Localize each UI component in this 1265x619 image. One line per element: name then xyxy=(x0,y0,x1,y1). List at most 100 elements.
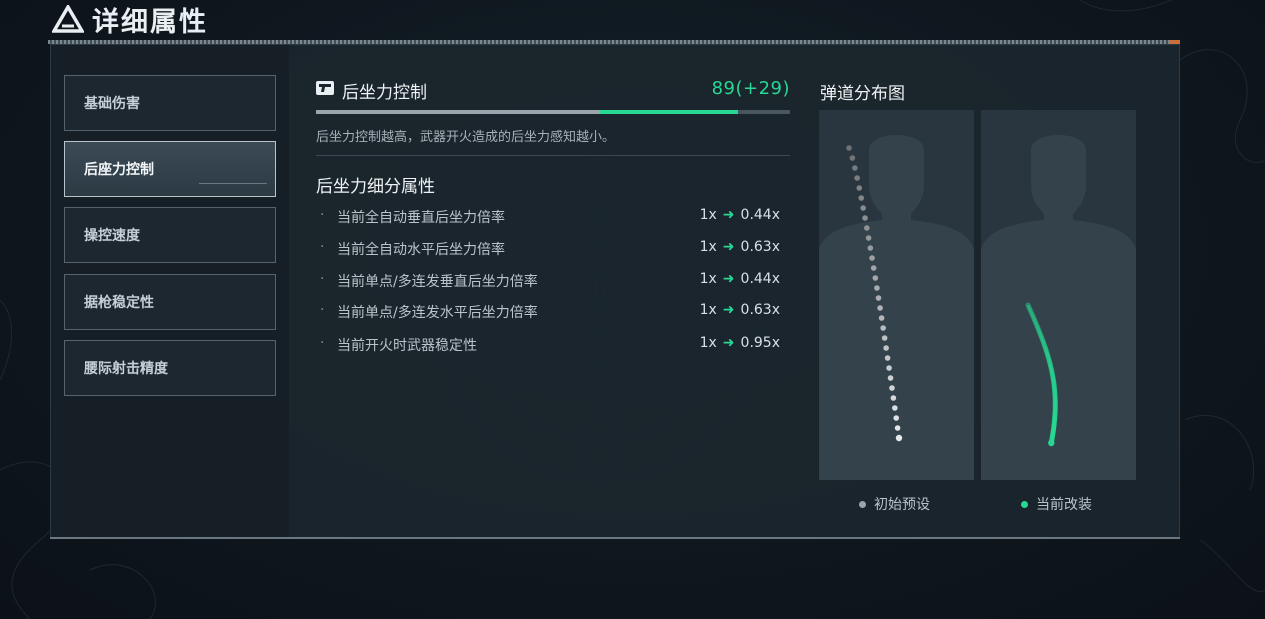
page-title: 详细属性 xyxy=(92,6,208,38)
bullet: · xyxy=(320,207,325,223)
ballistics-panel-current xyxy=(981,110,1136,480)
attribute-to-value: 0.63x xyxy=(740,302,780,318)
spray-dot-initial xyxy=(869,255,875,261)
spray-dot-current xyxy=(1048,439,1055,447)
spray-dot-initial xyxy=(856,185,863,191)
attribute-from-value: 1x xyxy=(699,207,717,223)
spray-dot-initial xyxy=(894,425,901,431)
attribute-label: 当前单点/多连发垂直后坐力倍率 xyxy=(337,274,538,290)
pistol-icon xyxy=(316,81,334,95)
spray-dot-initial xyxy=(884,355,891,361)
attribute-from-value: 1x xyxy=(699,302,717,318)
panel-bottom-border xyxy=(50,537,1180,539)
stat-value: 89(+29) xyxy=(711,78,790,99)
legend-label: 初始预设 xyxy=(874,497,930,513)
section-divider xyxy=(316,155,790,156)
triangle-logo-icon xyxy=(52,5,84,33)
spray-dot-initial xyxy=(890,395,897,401)
attribute-to-value: 0.63x xyxy=(740,239,780,255)
spray-dot-initial xyxy=(881,335,888,341)
attribute-from-value: 1x xyxy=(699,271,717,287)
spray-dot-initial xyxy=(864,225,870,231)
stat-name: 后坐力控制 xyxy=(342,83,427,103)
attribute-from-value: 1x xyxy=(699,335,717,351)
attribute-values: 1x ➜ 0.63x xyxy=(700,302,780,318)
legend-dot xyxy=(1021,500,1028,508)
stat-bar-bonus-fill xyxy=(600,110,738,114)
attribute-label: 当前全自动水平后坐力倍率 xyxy=(337,242,505,258)
sidebar-item-base-damage[interactable]: 基础伤害 xyxy=(64,75,276,131)
bullet: · xyxy=(320,302,325,318)
right-arrow-icon: ➜ xyxy=(722,239,735,255)
spray-dot-initial xyxy=(862,215,868,221)
sidebar-item-label: 后座力控制 xyxy=(84,162,154,178)
right-arrow-icon: ➜ xyxy=(722,271,735,287)
spray-dot-initial xyxy=(877,305,883,311)
attribute-values: 1x ➜ 0.95x xyxy=(700,335,780,351)
sidebar-item-label: 腰际射击精度 xyxy=(84,361,168,377)
spray-dot-initial xyxy=(886,365,892,371)
stat-bar-base-fill xyxy=(316,110,601,114)
right-arrow-icon: ➜ xyxy=(722,302,735,318)
legend-current: 当前改装 xyxy=(1021,494,1092,514)
attribute-to-value: 0.44x xyxy=(740,207,780,223)
spray-dot-initial xyxy=(874,285,880,291)
spray-dot-initial xyxy=(870,265,877,271)
attribute-values: 1x ➜ 0.44x xyxy=(700,207,780,223)
spray-dot-initial xyxy=(887,375,894,381)
legend-label: 当前改装 xyxy=(1036,497,1092,513)
spray-dot-initial xyxy=(858,195,865,201)
spray-dot-initial xyxy=(880,325,886,331)
spray-dot-initial xyxy=(849,155,856,161)
attribute-row: · 当前单点/多连发水平后坐力倍率 1x ➜ 0.63x xyxy=(320,302,780,322)
spray-dot-initial xyxy=(852,165,858,171)
attribute-label: 当前全自动垂直后坐力倍率 xyxy=(337,210,505,226)
spray-dot-initial xyxy=(854,175,860,181)
attribute-label: 当前开火时武器稳定性 xyxy=(337,338,477,354)
stat-description: 后坐力控制越高，武器开火造成的后坐力感知越小。 xyxy=(316,130,616,145)
target-silhouette xyxy=(981,135,1136,480)
attribute-row: · 当前全自动水平后坐力倍率 1x ➜ 0.63x xyxy=(320,239,780,259)
attribute-from-value: 1x xyxy=(699,239,717,255)
ballistics-panel-initial xyxy=(819,110,974,480)
attribute-values: 1x ➜ 0.44x xyxy=(700,271,780,287)
sidebar-item-label: 据枪稳定性 xyxy=(84,295,154,311)
attribute-row: · 当前单点/多连发垂直后坐力倍率 1x ➜ 0.44x xyxy=(320,271,780,291)
bullet: · xyxy=(320,335,325,351)
right-arrow-icon: ➜ xyxy=(722,207,735,223)
spray-dot-initial xyxy=(865,235,872,241)
right-arrow-icon: ➜ xyxy=(722,335,735,351)
legend-initial: 初始预设 xyxy=(859,494,930,514)
attribute-row: · 当前开火时武器稳定性 1x ➜ 0.95x xyxy=(320,335,780,355)
spray-dot-initial xyxy=(883,345,889,351)
spray-dot-initial xyxy=(892,405,898,411)
active-item-decoration xyxy=(199,183,267,184)
stat-bar xyxy=(316,110,790,114)
spray-dot-initial xyxy=(878,315,885,321)
detail-section-title: 后坐力细分属性 xyxy=(316,177,435,197)
spray-dot-initial xyxy=(895,434,903,442)
bullet: · xyxy=(320,239,325,255)
sidebar-item-hipfire-accuracy[interactable]: 腰际射击精度 xyxy=(64,340,276,396)
spray-dot-initial xyxy=(846,145,852,151)
spray-dot-initial xyxy=(893,415,900,421)
page-header: 详细属性 xyxy=(52,2,208,38)
spray-dot-initial xyxy=(867,245,874,251)
spray-dot-initial xyxy=(872,275,879,281)
spray-dot-initial xyxy=(889,385,895,391)
bullet: · xyxy=(320,271,325,287)
attribute-label: 当前单点/多连发水平后坐力倍率 xyxy=(337,305,538,321)
attribute-values: 1x ➜ 0.63x xyxy=(700,239,780,255)
attribute-row: · 当前全自动垂直后坐力倍率 1x ➜ 0.44x xyxy=(320,207,780,227)
sidebar-item-label: 操控速度 xyxy=(84,228,140,244)
sidebar-item-handling-speed[interactable]: 操控速度 xyxy=(64,207,276,263)
sidebar-item-aim-stability[interactable]: 据枪稳定性 xyxy=(64,274,276,330)
spray-dot-initial xyxy=(860,205,866,211)
legend-dot xyxy=(859,500,866,508)
sidebar-item-recoil-control[interactable]: 后座力控制 xyxy=(64,141,276,197)
attribute-to-value: 0.44x xyxy=(740,271,780,287)
spray-dot-initial xyxy=(875,295,882,301)
ballistics-title: 弹道分布图 xyxy=(820,84,905,104)
stat-header: 后坐力控制 89(+29) xyxy=(316,78,790,103)
sidebar-item-label: 基础伤害 xyxy=(84,96,140,112)
